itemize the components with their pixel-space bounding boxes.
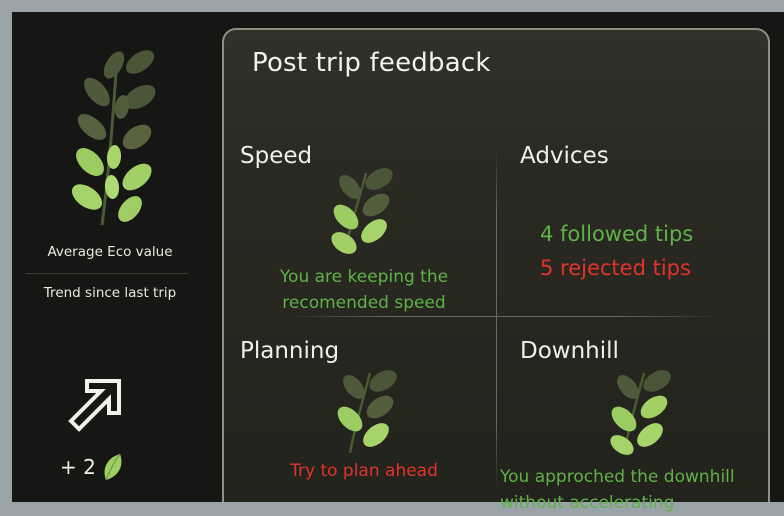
average-eco-label: Average Eco value: [47, 244, 173, 260]
trend-label: Trend since last trip: [43, 285, 177, 301]
leaf-icon: [104, 453, 122, 481]
trend-value: + 2: [60, 452, 124, 482]
downhill-message-line1: You approched the downhill: [500, 467, 735, 487]
speed-leaves-icon: [331, 168, 393, 254]
rejected-tips: 5 rejected tips: [540, 256, 691, 280]
downhill-leaves-icon: [610, 370, 671, 455]
advices-title: Advices: [520, 143, 609, 169]
speed-message: You are keeping the recomended speed: [244, 264, 484, 316]
eco-value-leaves-icon: [71, 50, 156, 226]
speed-message-line1: You are keeping the: [279, 267, 449, 287]
eco-summary-sidebar: Average Eco value Trend since last trip …: [12, 12, 208, 502]
downhill-message: You approched the downhill without accel…: [500, 464, 770, 516]
planning-title: Planning: [240, 338, 340, 364]
planning-leaves-icon: [337, 370, 397, 454]
speed-title: Speed: [240, 143, 313, 169]
app-screen: Average Eco value Trend since last trip …: [12, 12, 784, 513]
arrow-up-right-icon: [68, 379, 121, 432]
post-trip-feedback-panel: Post trip feedback Speed You are keeping…: [222, 28, 770, 513]
followed-tips: 4 followed tips: [540, 222, 694, 246]
speed-message-line2: recomended speed: [282, 293, 446, 313]
downhill-message-line2: without accelerating: [500, 493, 675, 513]
trend-value-text: + 2: [60, 455, 96, 479]
panel-title: Post trip feedback: [252, 48, 491, 78]
sidebar-divider: [26, 273, 188, 274]
downhill-title: Downhill: [520, 338, 619, 364]
horizontal-divider: [284, 316, 724, 317]
vertical-divider: [496, 148, 497, 488]
planning-message: Try to plan ahead: [290, 461, 438, 481]
